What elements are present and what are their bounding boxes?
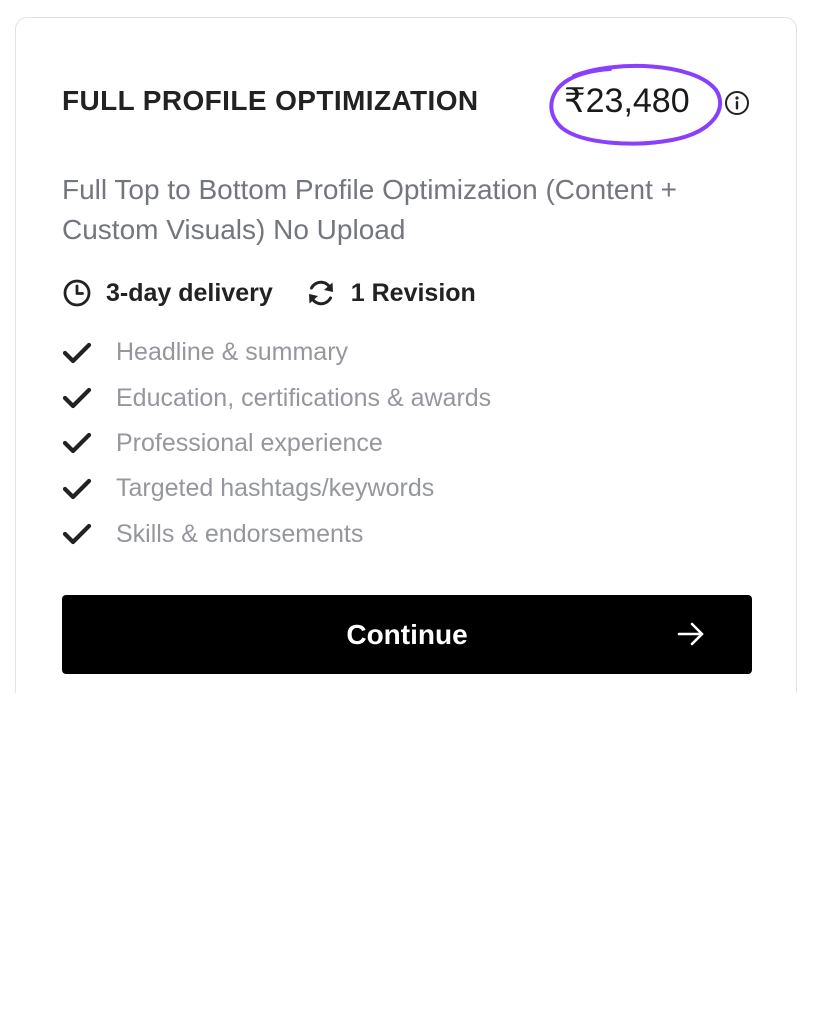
- feature-label: Targeted hashtags/keywords: [116, 474, 435, 503]
- package-price: ₹23,480: [564, 82, 690, 120]
- package-meta: 3-day delivery 1 Revision: [62, 275, 476, 311]
- clock-icon: [63, 279, 91, 307]
- feature-label: Professional experience: [116, 428, 383, 457]
- check-icon: [62, 433, 92, 454]
- continue-button[interactable]: Continue: [62, 595, 752, 674]
- delivery-label: 3-day delivery: [106, 278, 273, 307]
- arrow-right-icon: [677, 622, 704, 646]
- feature-item: Professional experience: [62, 421, 491, 466]
- feature-label: Education, certifications & awards: [116, 383, 492, 412]
- info-icon[interactable]: [724, 90, 750, 116]
- check-icon: [62, 387, 92, 409]
- package-card: FULL PROFILE OPTIMIZATION ₹23,480 Full T…: [15, 17, 797, 693]
- revision-info: 1 Revision: [305, 278, 476, 308]
- feature-item: Headline & summary: [62, 330, 491, 375]
- check-icon: [62, 524, 92, 545]
- feature-label: Skills & endorsements: [116, 519, 364, 548]
- package-title: FULL PROFILE OPTIMIZATION: [62, 85, 479, 116]
- feature-item: Skills & endorsements: [62, 512, 491, 557]
- feature-list: Headline & summary Education, certificat…: [62, 330, 491, 557]
- feature-item: Education, certifications & awards: [62, 375, 491, 420]
- feature-item: Targeted hashtags/keywords: [62, 466, 491, 511]
- revision-label: 1 Revision: [350, 278, 476, 307]
- check-icon: [62, 342, 92, 363]
- check-icon: [62, 478, 92, 499]
- continue-label: Continue: [346, 618, 468, 650]
- delivery-info: 3-day delivery: [62, 278, 273, 308]
- package-description: Full Top to Bottom Profile Optimization …: [62, 174, 677, 245]
- refresh-icon: [308, 280, 333, 306]
- feature-label: Headline & summary: [116, 338, 349, 367]
